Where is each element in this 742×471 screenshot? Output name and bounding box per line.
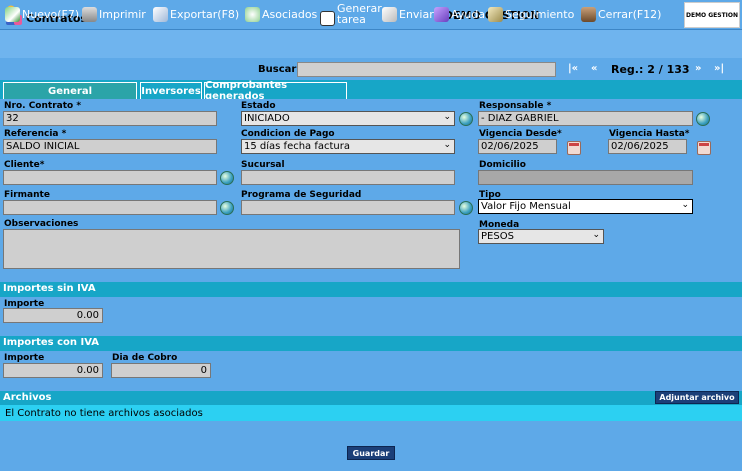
estado-select[interactable]: INICIADO ⌄ <box>241 111 455 126</box>
importes-sin-iva-header: Importes sin IVA <box>0 282 742 297</box>
export-icon <box>153 7 168 22</box>
nro-contrato-label: Nro. Contrato * <box>4 101 82 111</box>
programa-seguridad-label: Programa de Seguridad <box>241 190 362 200</box>
new-doc-icon <box>5 7 20 22</box>
cerrar-button[interactable]: Cerrar(F12) <box>581 7 661 22</box>
dia-cobro-label: Dia de Cobro <box>112 353 178 363</box>
exportar-button[interactable]: Exportar(F8) <box>153 7 239 22</box>
importe-sin-iva-input[interactable]: 0.00 <box>3 308 103 323</box>
cliente-label: Cliente* <box>4 160 45 170</box>
importes-con-iva-header: Importes con IVA <box>0 336 742 351</box>
calendar-hasta-icon[interactable] <box>697 141 711 155</box>
importes-sin-iva-section <box>0 297 742 336</box>
programa-seguridad-input[interactable] <box>241 200 455 215</box>
tab-inversores[interactable]: Inversores <box>140 82 202 99</box>
next-record-button[interactable]: » <box>695 63 701 74</box>
imprimir-button[interactable]: Imprimir <box>82 7 146 22</box>
dia-cobro-input[interactable]: 0 <box>111 363 211 378</box>
tab-comprobantes[interactable]: Comprobantes generados <box>204 80 347 102</box>
search-label: Buscar <box>258 64 297 75</box>
tracking-icon <box>488 7 503 22</box>
record-counter: Reg.: 2 / 133 <box>611 63 690 76</box>
vigencia-hasta-input[interactable]: 02/06/2025 <box>608 139 687 154</box>
observaciones-textarea[interactable] <box>3 229 460 269</box>
firmante-label: Firmante <box>4 190 50 200</box>
nro-contrato-input[interactable]: 32 <box>3 111 217 126</box>
referencia-input[interactable]: SALDO INICIAL <box>3 139 217 154</box>
ayuda-button[interactable]: Ayuda <box>434 7 485 22</box>
search-input[interactable] <box>297 62 556 77</box>
domicilio-input <box>478 170 693 185</box>
importe-con-iva-input[interactable]: 0.00 <box>3 363 103 378</box>
enviar-button[interactable]: Enviar <box>382 7 434 22</box>
responsable-lookup-icon[interactable] <box>696 112 710 126</box>
domicilio-label: Domicilio <box>479 160 526 170</box>
firmante-lookup-icon[interactable] <box>220 201 234 215</box>
tab-general[interactable]: General <box>3 82 137 99</box>
estado-label: Estado <box>241 101 276 111</box>
printer-icon <box>82 7 97 22</box>
send-icon <box>382 7 397 22</box>
firmante-input[interactable] <box>3 200 217 215</box>
asociados-button[interactable]: Asociados <box>245 7 317 22</box>
first-record-button[interactable]: |« <box>568 63 578 74</box>
chevron-down-icon: ⌄ <box>592 230 600 240</box>
close-door-icon <box>581 7 596 22</box>
importe-con-iva-label: Importe <box>4 353 45 363</box>
programa-seguridad-lookup-icon[interactable] <box>459 201 473 215</box>
referencia-label: Referencia * <box>4 129 67 139</box>
company-logo: DEMO GESTION <box>684 2 740 28</box>
condicion-pago-select[interactable]: 15 días fecha factura ⌄ <box>241 139 455 154</box>
moneda-select[interactable]: PESOS ⌄ <box>478 229 604 244</box>
chevron-down-icon: ⌄ <box>681 200 689 210</box>
last-record-button[interactable]: »| <box>714 63 724 74</box>
chevron-down-icon: ⌄ <box>443 112 451 122</box>
chevron-down-icon: ⌄ <box>443 140 451 150</box>
nuevo-button[interactable]: Nuevo(F7) <box>5 7 79 22</box>
adjuntar-archivo-button[interactable]: Adjuntar archivo <box>655 391 739 404</box>
sucursal-input[interactable] <box>241 170 455 185</box>
calendar-desde-icon[interactable] <box>567 141 581 155</box>
tipo-select[interactable]: Valor Fijo Mensual ⌄ <box>478 199 693 214</box>
responsable-label: Responsable * <box>479 101 552 111</box>
cliente-lookup-icon[interactable] <box>220 171 234 185</box>
vigencia-desde-input[interactable]: 02/06/2025 <box>478 139 557 154</box>
archivos-header: Archivos <box>0 391 742 405</box>
generar-tarea-button[interactable]: Generar tarea <box>320 1 382 26</box>
estado-lookup-icon[interactable] <box>459 112 473 126</box>
task-icon <box>320 11 335 26</box>
seguimiento-button[interactable]: Seguimiento <box>488 7 574 22</box>
guardar-button[interactable]: Guardar <box>347 446 395 460</box>
condicion-pago-label: Condicion de Pago <box>241 129 335 139</box>
observaciones-label: Observaciones <box>4 219 79 229</box>
responsable-input[interactable]: - DIAZ GABRIEL <box>478 111 693 126</box>
vigencia-desde-label: Vigencia Desde* <box>479 129 562 139</box>
help-icon <box>434 7 449 22</box>
archivos-empty-message: El Contrato no tiene archivos asociados <box>5 408 203 419</box>
prev-record-button[interactable]: « <box>591 63 597 74</box>
vigencia-hasta-label: Vigencia Hasta* <box>609 129 690 139</box>
associated-icon <box>245 7 260 22</box>
sucursal-label: Sucursal <box>241 160 285 170</box>
cliente-input[interactable] <box>3 170 217 185</box>
toolbar <box>0 30 742 58</box>
